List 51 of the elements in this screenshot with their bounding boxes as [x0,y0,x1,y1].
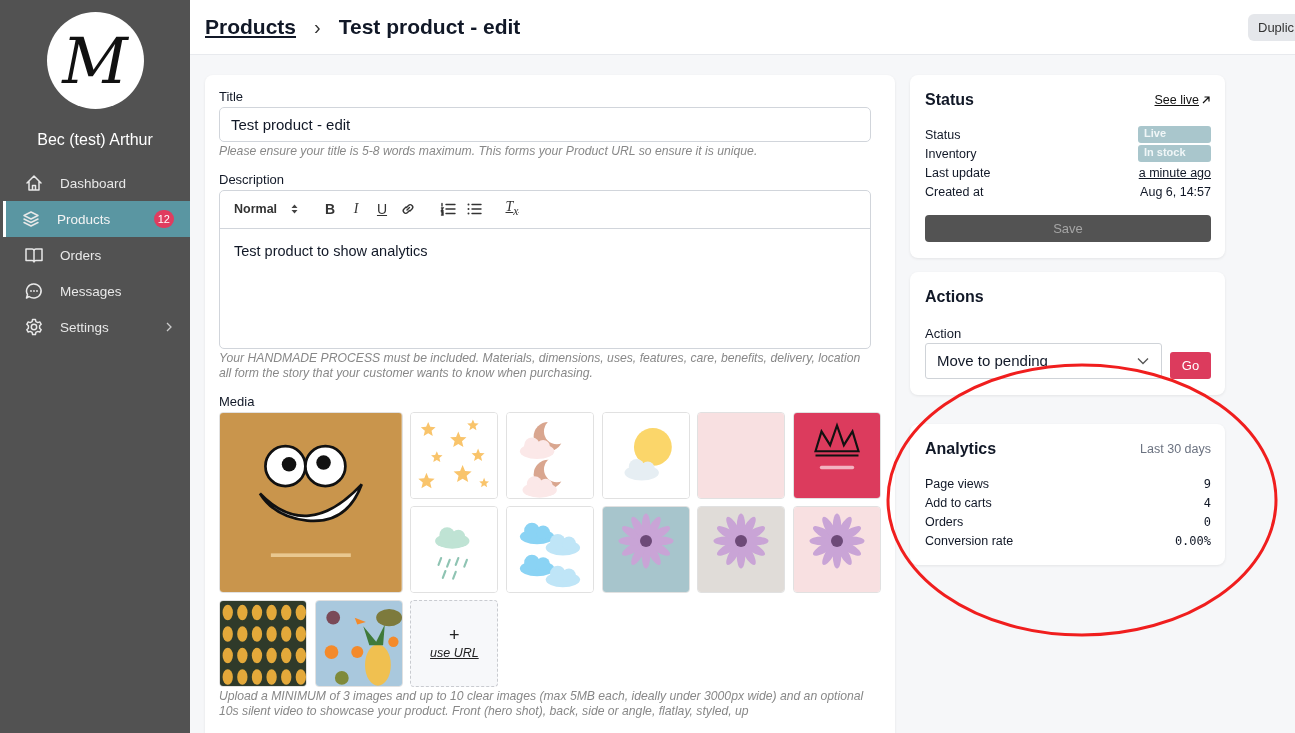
bold-button[interactable]: B [322,202,338,216]
duplicate-button[interactable]: Duplic [1248,13,1295,41]
row-label: Status [925,127,961,142]
status-badge: In stock [1138,145,1211,162]
period-label: Last 30 days [1140,442,1211,456]
row-label: Created at [925,184,984,199]
rich-text-editor[interactable]: Normal B I U T$_{x}$ Test product to show analytics [219,189,871,349]
row-label: Inventory [925,146,977,161]
nav-item[interactable]: Settings [3,309,190,345]
format-dropdown[interactable]: Normal [234,202,298,216]
card-title: Status [925,91,974,109]
avatar: M [46,12,144,109]
underline-button[interactable]: U [374,202,390,216]
page-title: Test product - edit [338,15,522,39]
help-text: Please ensure your title is 5-8 words maximum. This forms your Product URL so ensure it is unique. [219,144,759,160]
field-label: Description [219,171,286,187]
metric-label: Add to carts [925,495,992,510]
count-badge: 12 [153,210,174,228]
title-field[interactable]: Test product - edit [219,107,871,142]
metric-value: 9 [1203,476,1211,491]
time-link[interactable]: a minute ago [1138,165,1211,180]
metric-label: Page views [925,476,989,491]
italic-button[interactable]: I [348,202,364,216]
breadcrumb-separator: › [314,15,321,39]
card-title: Actions [925,288,984,306]
nav-item[interactable]: Orders [3,237,190,273]
nav-item[interactable]: Dashboard [3,165,190,201]
go-button[interactable]: Go [1170,352,1211,379]
status-badge: Live [1138,126,1211,143]
metric-value: 0 [1203,514,1211,529]
breadcrumb-link[interactable]: Products [205,15,296,39]
editor-text: Test product to show analytics [233,241,429,261]
metric-value: 4 [1203,495,1211,510]
clear-format-button[interactable]: T$_{x}$ [504,200,520,218]
row-value: Aug 6, 14:57 [1140,184,1211,199]
help-text: Upload a MINIMUM of 3 images and up to 10 clear images (max 5MB each, ideally under 3000px wide) and an optional 10s silent video to showcase your product. Front (hero shot), back, side or angle, flatlay, styled, up [219,688,865,720]
metric-value: 0.00% [1174,533,1211,548]
nav-item[interactable]: Products 12 [3,201,190,237]
field-label: Media [219,393,256,409]
card-title: Analytics [925,440,997,458]
nav-item[interactable]: Messages [3,273,190,309]
see-live-link[interactable]: See live [1154,93,1211,107]
metric-label: Orders [925,514,964,529]
help-text: Your HANDMADE PROCESS must be included. Materials, dimensions, uses, features, care, benefits, delivery, location all form the story that your customer wants to know when purchasing. [219,350,862,382]
row-label: Last update [925,165,991,180]
field-label: Action [925,326,963,341]
add-url-button[interactable]: + use URL [410,599,499,687]
field-label: Title [219,89,245,104]
action-dropdown[interactable]: Move to pending [925,342,1162,379]
metric-label: Conversion rate [925,533,1014,548]
user-name: Bec (test) Arthur [37,131,153,149]
